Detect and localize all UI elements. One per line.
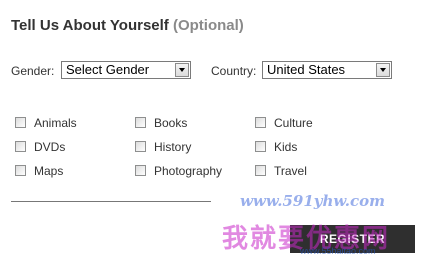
watermark-url: www.591yhw.com [240, 192, 386, 210]
country-select-value: United States [267, 62, 346, 77]
checkbox-label[interactable]: Kids [274, 140, 297, 154]
optional-label: (Optional) [172, 17, 244, 34]
checkbox-label[interactable]: Culture [274, 116, 313, 130]
checkbox-label[interactable]: Travel [274, 164, 307, 178]
section-title: Tell Us About Yourself (Optional) [11, 17, 244, 34]
checkbox-box[interactable] [135, 165, 146, 176]
checkbox-label[interactable]: DVDs [34, 140, 65, 154]
checkbox-label[interactable]: Maps [34, 164, 63, 178]
gender-label: Gender: [11, 64, 55, 78]
chevron-down-icon[interactable] [175, 63, 189, 77]
checkbox-label[interactable]: History [154, 140, 191, 154]
checkbox-box[interactable] [255, 117, 266, 128]
checkbox-box[interactable] [255, 165, 266, 176]
checkbox-label[interactable]: Animals [34, 116, 77, 130]
divider [11, 201, 211, 202]
country-select[interactable]: United States [262, 61, 392, 79]
watermark-url-secondary: www.55haitao.com [300, 246, 376, 256]
country-label: Country: [211, 64, 257, 78]
checkbox-box[interactable] [15, 117, 26, 128]
checkbox-box[interactable] [15, 141, 26, 152]
chevron-down-icon[interactable] [376, 63, 390, 77]
checkbox-box[interactable] [135, 117, 146, 128]
gender-select[interactable]: Select Gender [61, 61, 191, 79]
checkbox-box[interactable] [15, 165, 26, 176]
title-text: Tell Us About Yourself [11, 17, 169, 34]
checkbox-box[interactable] [135, 141, 146, 152]
checkbox-box[interactable] [255, 141, 266, 152]
gender-select-value: Select Gender [66, 62, 150, 77]
checkbox-label[interactable]: Photography [154, 164, 222, 178]
checkbox-label[interactable]: Books [154, 116, 187, 130]
